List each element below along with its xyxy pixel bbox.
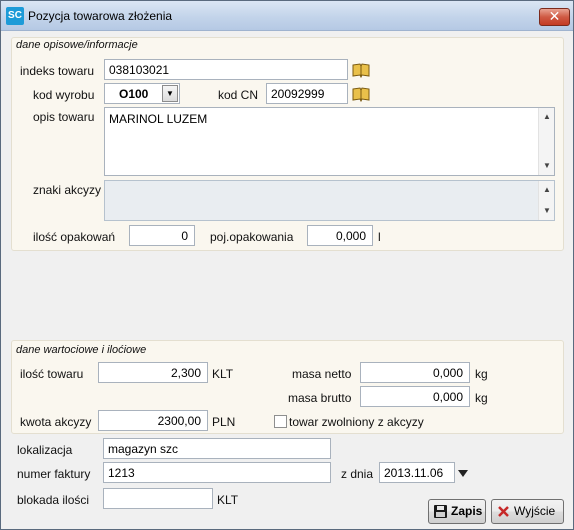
indeks-label: indeks towaru: [20, 64, 95, 78]
kod-wyrobu-value: O100: [119, 87, 149, 101]
ilosc-opak-input[interactable]: 0: [129, 225, 195, 246]
title-bar[interactable]: SC Pozycja towarowa złożenia ✕: [1, 1, 573, 31]
masa-netto-unit: kg: [475, 367, 488, 381]
poj-unit: l: [378, 230, 381, 244]
kod-cn-label: kod CN: [218, 88, 259, 102]
kwota-label: kwota akcyzy: [20, 415, 92, 429]
znaki-label: znaki akcyzy: [33, 183, 102, 197]
kwota-unit: PLN: [212, 415, 236, 429]
lokalizacja-input[interactable]: magazyn szc: [103, 438, 331, 459]
group-description: dane opisowe/informacje indeks towaru 03…: [11, 37, 564, 251]
scroll-up-icon[interactable]: ▲: [539, 110, 555, 124]
opis-value: MARINOL LUZEM: [109, 112, 208, 126]
kod-cn-input[interactable]: 20092999: [266, 83, 348, 104]
zwolniony-checkbox[interactable]: [274, 415, 287, 428]
kwota-input[interactable]: 2300,00: [98, 410, 208, 431]
chevron-down-icon[interactable]: ▼: [162, 85, 178, 102]
blokada-input[interactable]: [103, 488, 213, 509]
blokada-label: blokada ilości: [17, 493, 90, 507]
exit-button[interactable]: Wyjście: [491, 499, 564, 524]
zdnia-input[interactable]: 2013.11.06: [379, 462, 455, 483]
group-values-title: dane wartociowe i iloćiowe: [16, 344, 147, 356]
kod-wyrobu-select[interactable]: O100 ▼: [104, 83, 180, 104]
ilosc-towaru-label: ilość towaru: [20, 367, 84, 381]
faktura-label: numer faktury: [17, 467, 91, 481]
group-description-title: dane opisowe/informacje: [16, 39, 138, 51]
scroll-down-icon[interactable]: ▼: [539, 204, 555, 218]
ilosc-unit: KLT: [212, 367, 234, 381]
group-values: dane wartociowe i iloćiowe ilość towaru …: [11, 340, 564, 434]
zwolniony-label[interactable]: towar zwolniony z akcyzy: [289, 415, 424, 429]
blokada-unit: KLT: [217, 493, 239, 507]
dialog-window: SC Pozycja towarowa złożenia ✕ dane opis…: [0, 0, 574, 530]
opis-label: opis towaru: [33, 110, 95, 124]
ilosc-opak-label: ilość opakowań: [33, 230, 116, 244]
save-label: Zapis: [451, 504, 483, 518]
floppy-disk-icon: [434, 505, 447, 518]
date-dropdown-icon[interactable]: [458, 470, 468, 477]
masa-brutto-input[interactable]: 0,000: [360, 386, 470, 407]
book-lookup-icon[interactable]: [352, 62, 370, 78]
zdnia-label: z dnia: [341, 467, 374, 481]
faktura-input[interactable]: 1213: [103, 462, 331, 483]
poj-input[interactable]: 0,000: [307, 225, 373, 246]
scroll-up-icon[interactable]: ▲: [539, 183, 555, 197]
exit-label: Wyjście: [514, 504, 556, 518]
poj-label: poj.opakowania: [210, 230, 294, 244]
book-lookup-icon[interactable]: [352, 86, 370, 102]
window-title: Pozycja towarowa złożenia: [28, 9, 173, 23]
masa-netto-input[interactable]: 0,000: [360, 362, 470, 383]
app-icon: SC: [6, 7, 24, 25]
lokalizacja-label: lokalizacja: [17, 443, 73, 457]
masa-brutto-unit: kg: [475, 391, 488, 405]
close-button[interactable]: ✕: [539, 8, 570, 26]
scroll-down-icon[interactable]: ▼: [539, 159, 555, 173]
opis-textarea[interactable]: MARINOL LUZEM ▲ ▼: [104, 107, 555, 176]
opis-scrollbar[interactable]: ▲ ▼: [538, 108, 554, 175]
indeks-input[interactable]: 038103021: [104, 59, 348, 80]
dialog-content: dane opisowe/informacje indeks towaru 03…: [5, 32, 569, 526]
close-x-icon: [498, 506, 509, 517]
save-button[interactable]: Zapis: [428, 499, 486, 524]
ilosc-towaru-input[interactable]: 2,300: [98, 362, 208, 383]
znaki-textarea: ▲ ▼: [104, 180, 555, 221]
masa-brutto-label: masa brutto: [288, 391, 352, 405]
znaki-scrollbar[interactable]: ▲ ▼: [538, 181, 554, 220]
kod-wyrobu-label: kod wyrobu: [33, 88, 95, 102]
masa-netto-label: masa netto: [292, 367, 352, 381]
